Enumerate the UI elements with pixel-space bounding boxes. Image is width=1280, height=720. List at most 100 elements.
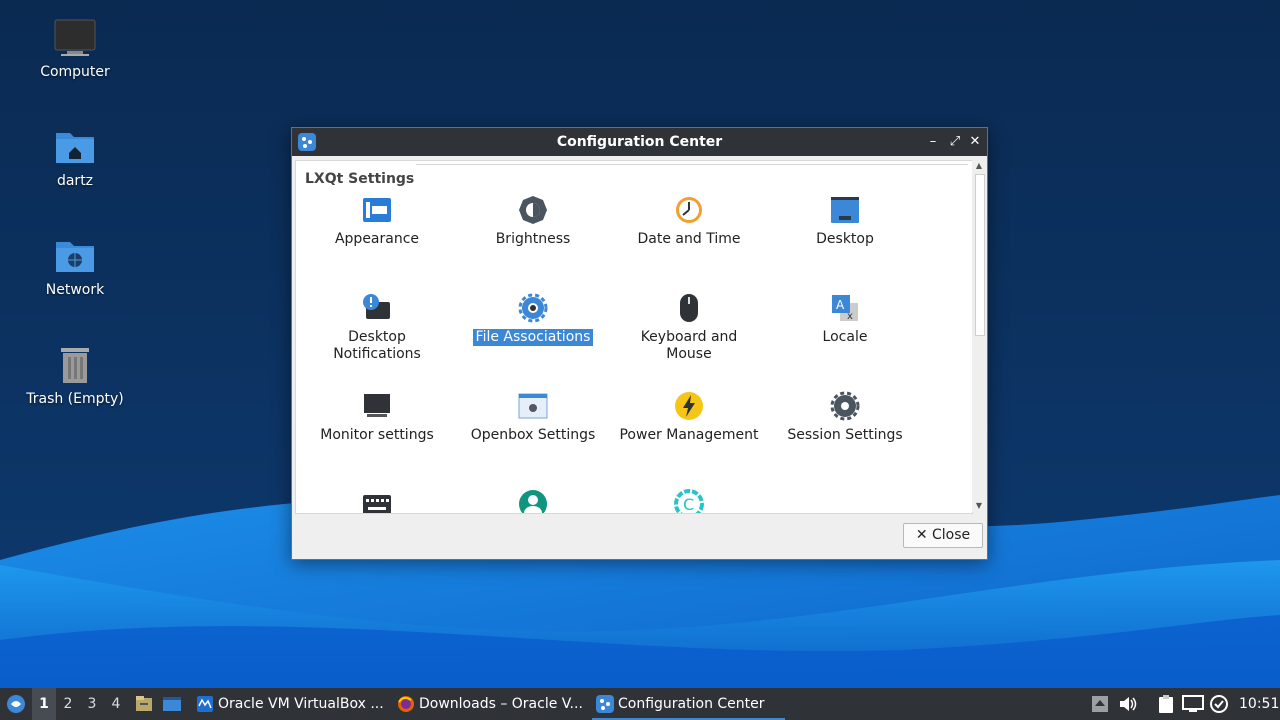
item-label: Appearance xyxy=(334,231,420,247)
monitor-icon xyxy=(364,394,390,417)
computer-icon xyxy=(53,18,97,58)
settings-item-theme-partial[interactable]: C xyxy=(611,489,767,514)
update-notifier-icon xyxy=(1210,695,1228,713)
window-titlebar[interactable]: Configuration Center – ⤢ ✕ xyxy=(292,128,987,156)
settings-item-keyboard-partial[interactable] xyxy=(299,489,455,513)
network-folder-icon xyxy=(53,236,97,276)
workspace-3[interactable]: 3 xyxy=(80,688,104,720)
scroll-down-arrow-icon[interactable]: ▼ xyxy=(972,500,986,512)
taskbar: 1 2 3 4 Oracle VM VirtualBox ... Downloa… xyxy=(0,688,1280,720)
workspace-4[interactable]: 4 xyxy=(104,688,128,720)
task-label: Downloads – Oracle V... xyxy=(419,696,583,712)
virtualbox-icon xyxy=(197,696,213,712)
desktop-icon-label: Trash (Empty) xyxy=(26,391,124,407)
settings-item-file-associations[interactable]: File Associations xyxy=(455,293,611,346)
notification-icon xyxy=(363,294,390,319)
task-firefox-downloads[interactable]: Downloads – Oracle V... xyxy=(393,688,589,720)
desktop-icon-label: Network xyxy=(45,282,105,298)
maximize-button[interactable]: ⤢ xyxy=(947,134,963,150)
settings-item-users-partial[interactable] xyxy=(455,489,611,513)
quicklaunch-show-desktop[interactable] xyxy=(160,688,184,720)
firefox-icon xyxy=(398,696,414,712)
settings-item-date-time[interactable]: Date and Time xyxy=(611,195,767,248)
item-label: Locale xyxy=(822,329,868,345)
tray-network[interactable] xyxy=(1182,688,1204,720)
user-icon xyxy=(519,490,547,513)
close-window-button[interactable]: ✕ xyxy=(967,134,983,150)
svg-text:A: A xyxy=(836,298,845,312)
settings-item-keyboard-mouse[interactable]: Keyboard and Mouse xyxy=(611,293,767,363)
item-label: Date and Time xyxy=(637,231,741,247)
tray-update[interactable] xyxy=(1210,688,1230,720)
settings-item-desktop-notifications[interactable]: Desktop Notifications xyxy=(299,293,455,363)
gear-icon xyxy=(518,293,548,323)
home-folder-icon xyxy=(53,127,97,167)
brightness-icon xyxy=(519,196,547,224)
svg-text:C: C xyxy=(683,495,694,514)
desktop-icon-home[interactable]: dartz xyxy=(20,127,130,189)
show-desktop-icon xyxy=(163,697,181,711)
task-label: Oracle VM VirtualBox ... xyxy=(218,696,384,712)
session-gear-icon xyxy=(830,391,860,421)
section-divider xyxy=(416,164,968,165)
keyboard-icon xyxy=(363,495,391,513)
item-label: Brightness xyxy=(495,231,571,247)
settings-item-power[interactable]: Power Management xyxy=(611,391,767,444)
trash-icon xyxy=(53,345,97,385)
item-label: Openbox Settings xyxy=(470,427,596,443)
section-title: LXQt Settings xyxy=(305,171,415,187)
item-label: Session Settings xyxy=(787,427,903,443)
scroll-up-arrow-icon[interactable]: ▲ xyxy=(972,160,986,172)
item-label: Keyboard and Mouse xyxy=(640,329,738,362)
settings-panel: LXQt Settings Appearance Brightness Date… xyxy=(295,160,973,514)
minimize-button[interactable]: – xyxy=(925,134,941,150)
locale-icon: Ax xyxy=(832,295,858,322)
item-label: Monitor settings xyxy=(320,427,434,443)
svg-text:x: x xyxy=(847,311,853,322)
desktop-icon-trash[interactable]: Trash (Empty) xyxy=(20,345,130,407)
item-label: Desktop Notifications xyxy=(333,329,421,362)
file-manager-icon xyxy=(136,696,152,711)
openbox-icon xyxy=(518,393,548,419)
close-button[interactable]: ✕ Close xyxy=(903,523,983,548)
settings-item-openbox[interactable]: Openbox Settings xyxy=(455,391,611,444)
tray-volume[interactable] xyxy=(1118,688,1138,720)
tray-expand[interactable] xyxy=(1090,688,1110,720)
desktop-icon-label: Computer xyxy=(40,64,110,80)
network-icon xyxy=(1182,695,1204,712)
item-label: Desktop xyxy=(816,231,874,247)
close-x-icon: ✕ xyxy=(915,527,928,543)
configuration-center-window: Configuration Center – ⤢ ✕ LXQt Settings… xyxy=(291,127,988,560)
item-label: Power Management xyxy=(619,427,759,443)
volume-icon xyxy=(1120,697,1137,711)
main-menu-button[interactable] xyxy=(4,688,28,720)
desktop-icon-computer[interactable]: Computer xyxy=(20,18,130,80)
task-configuration-center[interactable]: Configuration Center xyxy=(592,688,785,720)
close-button-label: Close xyxy=(932,527,971,543)
window-title: Configuration Center xyxy=(556,134,723,150)
settings-item-locale[interactable]: Ax Locale xyxy=(767,293,923,346)
lxqt-config-icon xyxy=(596,695,614,713)
item-label: File Associations xyxy=(472,329,594,346)
settings-item-monitor[interactable]: Monitor settings xyxy=(299,391,455,444)
quicklaunch-files[interactable] xyxy=(133,688,155,720)
clipboard-icon xyxy=(1159,695,1173,713)
appearance-icon xyxy=(363,198,391,222)
tray-clipboard[interactable] xyxy=(1156,688,1176,720)
settings-item-brightness[interactable]: Brightness xyxy=(455,195,611,248)
workspace-1[interactable]: 1 xyxy=(32,688,56,720)
clock-icon xyxy=(676,197,702,223)
task-virtualbox[interactable]: Oracle VM VirtualBox ... xyxy=(192,688,388,720)
settings-item-appearance[interactable]: Appearance xyxy=(299,195,455,248)
power-icon xyxy=(675,392,703,420)
settings-item-desktop[interactable]: Desktop xyxy=(767,195,923,248)
desktop-icon-network[interactable]: Network xyxy=(20,236,130,298)
customize-icon: C xyxy=(674,489,704,514)
settings-item-session[interactable]: Session Settings xyxy=(767,391,923,444)
scrollbar-thumb[interactable] xyxy=(975,174,985,336)
clock[interactable]: 10:51 xyxy=(1239,688,1279,720)
workspace-2[interactable]: 2 xyxy=(56,688,80,720)
tray-up-arrow-icon xyxy=(1092,696,1108,712)
vertical-scrollbar[interactable]: ▲ ▼ xyxy=(972,160,986,512)
desktop-icon xyxy=(831,197,859,223)
